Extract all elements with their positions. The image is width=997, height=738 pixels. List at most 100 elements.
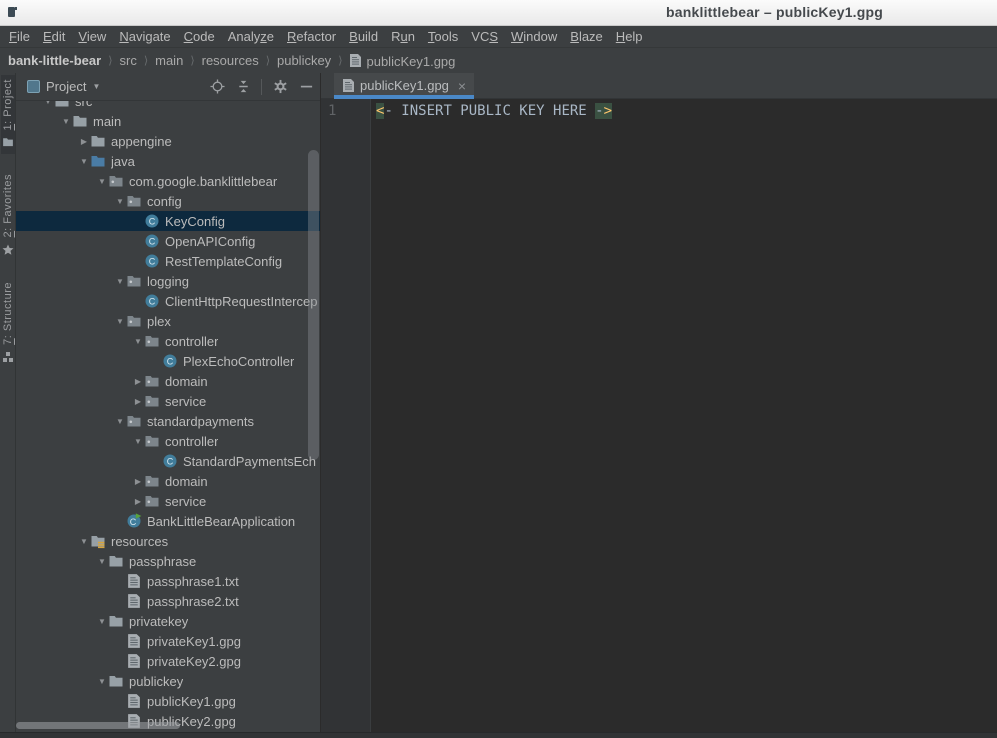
menu-code[interactable]: Code (178, 26, 221, 47)
collapse-all-icon[interactable] (235, 79, 251, 95)
expanded-arrow-icon[interactable]: ▼ (42, 101, 54, 106)
expanded-arrow-icon[interactable]: ▼ (132, 337, 144, 346)
settings-gear-icon[interactable] (272, 79, 288, 95)
folder-src-icon (90, 153, 106, 169)
tree-item-passphrase1-txt[interactable]: passphrase1.txt (16, 571, 320, 591)
tree-item-keyconfig[interactable]: CKeyConfig (16, 211, 320, 231)
tree-item-publickey1-gpg[interactable]: publicKey1.gpg (16, 691, 320, 711)
menu-blaze[interactable]: Blaze (564, 26, 609, 47)
collapsed-arrow-icon[interactable]: ▶ (132, 477, 144, 486)
close-icon[interactable]: × (458, 79, 466, 93)
expanded-arrow-icon[interactable]: ▼ (114, 197, 126, 206)
tree-item-plexechocontroller[interactable]: CPlexEchoController (16, 351, 320, 371)
expanded-arrow-icon[interactable]: ▼ (96, 677, 108, 686)
tree-item-java[interactable]: ▼java (16, 151, 320, 171)
line-number: 1 (328, 103, 336, 119)
tree-item-clienthttprequestintercep[interactable]: CClientHttpRequestIntercep (16, 291, 320, 311)
tree-item-label: RestTemplateConfig (165, 254, 282, 269)
tree-item-service[interactable]: ▶ service (16, 391, 320, 411)
menu-build[interactable]: Build (343, 26, 384, 47)
tree-item-com-google-banklittlebear[interactable]: ▼com.google.banklittlebear (16, 171, 320, 191)
tree-horizontal-scrollbar[interactable] (16, 722, 180, 729)
locate-icon[interactable] (209, 79, 225, 95)
menu-view[interactable]: View (72, 26, 112, 47)
tree-item-label: service (165, 394, 206, 409)
menu-run[interactable]: Run (385, 26, 421, 47)
menu-help[interactable]: Help (610, 26, 649, 47)
collapsed-arrow-icon[interactable]: ▶ (132, 397, 144, 406)
tree-item-label: OpenAPIConfig (165, 234, 255, 249)
tree-item-plex[interactable]: ▼plex (16, 311, 320, 331)
tool-button-structure[interactable]: 7: Structure (1, 278, 15, 369)
hide-panel-icon[interactable] (298, 79, 314, 95)
tree-item-passphrase2-txt[interactable]: passphrase2.txt (16, 591, 320, 611)
expanded-arrow-icon[interactable]: ▼ (114, 277, 126, 286)
chevron-right-icon: ⟩ (331, 54, 349, 67)
tree-item-publickey[interactable]: ▼publickey (16, 671, 320, 691)
tree-item-openapiconfig[interactable]: COpenAPIConfig (16, 231, 320, 251)
tree-item-label: main (93, 114, 121, 129)
expanded-arrow-icon[interactable]: ▼ (78, 537, 90, 546)
expanded-arrow-icon[interactable]: ▼ (96, 177, 108, 186)
expanded-arrow-icon[interactable]: ▼ (60, 117, 72, 126)
menu-tools[interactable]: Tools (422, 26, 464, 47)
tree-item-privatekey[interactable]: ▼privatekey (16, 611, 320, 631)
collapsed-arrow-icon[interactable]: ▶ (132, 377, 144, 386)
menu-analyze[interactable]: Analyze (222, 26, 280, 47)
class-run-icon: C (126, 513, 142, 529)
svg-text:C: C (149, 296, 156, 306)
project-view-selector[interactable]: Project (46, 79, 86, 94)
breadcrumb-item-resources[interactable]: resources (202, 53, 259, 68)
breadcrumb-item-bank-little-bear[interactable]: bank-little-bear (8, 53, 101, 68)
tree-item-config[interactable]: ▼config (16, 191, 320, 211)
tree-item-label: PlexEchoController (183, 354, 294, 369)
tree-item-passphrase[interactable]: ▼passphrase (16, 551, 320, 571)
collapsed-arrow-icon[interactable]: ▶ (132, 497, 144, 506)
tree-item-logging[interactable]: ▼logging (16, 271, 320, 291)
tree-vertical-scrollbar[interactable] (308, 150, 319, 460)
expanded-arrow-icon[interactable]: ▼ (96, 557, 108, 566)
tree-item-src[interactable]: ▼ src (16, 101, 320, 111)
menu-file[interactable]: File (3, 26, 36, 47)
expanded-arrow-icon[interactable]: ▼ (114, 317, 126, 326)
tree-item-banklittlebearapplication[interactable]: CBankLittleBearApplication (16, 511, 320, 531)
tree-item-main[interactable]: ▼ main (16, 111, 320, 131)
tree-item-controller[interactable]: ▼controller (16, 331, 320, 351)
expanded-arrow-icon[interactable]: ▼ (132, 437, 144, 446)
breadcrumb-item-src[interactable]: src (119, 53, 136, 68)
tree-item-label: src (75, 101, 92, 109)
tree-item-standardpayments[interactable]: ▼standardpayments (16, 411, 320, 431)
code-line[interactable]: <- INSERT PUBLIC KEY HERE -> (371, 99, 612, 732)
chevron-down-icon[interactable]: ▼ (92, 82, 100, 91)
tree-item-appengine[interactable]: ▶appengine (16, 131, 320, 151)
tree-item-resources[interactable]: ▼resources (16, 531, 320, 551)
expanded-arrow-icon[interactable]: ▼ (114, 417, 126, 426)
collapsed-arrow-icon[interactable]: ▶ (78, 137, 90, 146)
expanded-arrow-icon[interactable]: ▼ (78, 157, 90, 166)
menu-refactor[interactable]: Refactor (281, 26, 342, 47)
breadcrumb-item-publickey[interactable]: publickey (277, 53, 331, 68)
tree-item-label: passphrase2.txt (147, 594, 239, 609)
tab-publickey1-gpg[interactable]: publicKey1.gpg × (334, 73, 474, 98)
folder-icon (2, 136, 14, 148)
breadcrumb-item-main[interactable]: main (155, 53, 183, 68)
folder-icon (108, 673, 124, 689)
tool-button-favorites[interactable]: 2: Favorites (1, 170, 15, 261)
menu-window[interactable]: Window (505, 26, 563, 47)
tree-item-domain[interactable]: ▶domain (16, 371, 320, 391)
breadcrumb-item-publickey1.gpg[interactable]: publicKey1.gpg (349, 53, 455, 69)
tree-item-controller[interactable]: ▼controller (16, 431, 320, 451)
tool-button-project[interactable]: 1: Project (1, 75, 15, 154)
tree-item-privatekey1-gpg[interactable]: privateKey1.gpg (16, 631, 320, 651)
tree-item-resttemplateconfig[interactable]: CRestTemplateConfig (16, 251, 320, 271)
menu-edit[interactable]: Edit (37, 26, 71, 47)
menu-navigate[interactable]: Navigate (113, 26, 176, 47)
editor[interactable]: 1 <- INSERT PUBLIC KEY HERE -> (321, 99, 997, 732)
project-view-icon (27, 80, 40, 93)
tree-item-privatekey2-gpg[interactable]: privateKey2.gpg (16, 651, 320, 671)
menu-vcs[interactable]: VCS (465, 26, 504, 47)
tree-item-standardpaymentsech[interactable]: CStandardPaymentsEch (16, 451, 320, 471)
expanded-arrow-icon[interactable]: ▼ (96, 617, 108, 626)
tree-item-domain[interactable]: ▶domain (16, 471, 320, 491)
tree-item-service[interactable]: ▶service (16, 491, 320, 511)
